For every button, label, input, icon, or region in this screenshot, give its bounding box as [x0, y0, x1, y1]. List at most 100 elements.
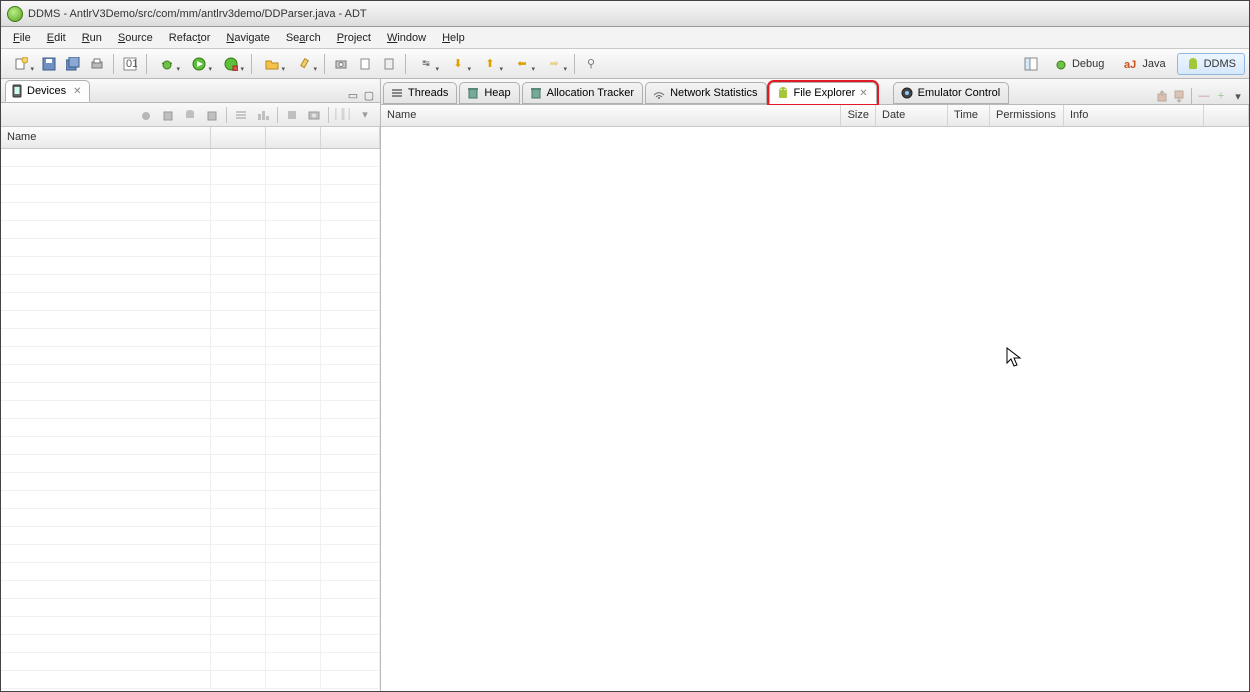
file-explorer-body[interactable] [381, 127, 1249, 691]
avd-manager-button[interactable]: 010 [119, 53, 141, 75]
save-all-button[interactable] [62, 53, 84, 75]
devices-table-header: Name [1, 127, 380, 149]
stop-process-button[interactable] [283, 106, 301, 124]
tab-label: File Explorer [794, 87, 856, 99]
perspective-ddms[interactable]: DDMS [1177, 53, 1245, 75]
menu-edit[interactable]: Edit [39, 29, 74, 47]
tab-network-statistics[interactable]: Network Statistics [645, 82, 766, 104]
open-type-button[interactable] [257, 53, 287, 75]
tab-threads[interactable]: Threads [383, 82, 457, 104]
start-profiling-button[interactable] [254, 106, 272, 124]
col-name[interactable]: Name [1, 127, 211, 148]
perspective-debug[interactable]: Debug [1045, 53, 1113, 75]
maximize-view-icon[interactable]: ▢ [362, 88, 376, 102]
open-perspective-button[interactable] [1020, 53, 1042, 75]
view-menu-button[interactable]: ▾ [1231, 89, 1245, 103]
col-time[interactable]: Time [948, 105, 990, 126]
delete-button[interactable]: — [1197, 89, 1211, 103]
devices-table-body[interactable] [1, 149, 380, 691]
forward-button[interactable]: ➡ [539, 53, 569, 75]
separator [226, 107, 227, 123]
main-toolbar: 010 ↹ ⬇ ⬆ ⬅ ➡ [1, 49, 1249, 79]
tab-file-explorer[interactable]: File Explorer ✕ [769, 82, 877, 104]
update-threads-button[interactable] [232, 106, 250, 124]
folder-icon [265, 57, 279, 71]
cylinder-icon [183, 108, 197, 122]
reset-adb-button[interactable]: │║│ [334, 106, 352, 124]
menu-file[interactable]: File [5, 29, 39, 47]
save-icon [42, 57, 56, 71]
dump-hprof-button[interactable] [181, 106, 199, 124]
systrace-button[interactable] [378, 53, 400, 75]
save-button[interactable] [38, 53, 60, 75]
prev-annotation-button[interactable]: ⬆ [475, 53, 505, 75]
search-button[interactable] [289, 53, 319, 75]
tab-allocation-tracker[interactable]: Allocation Tracker [522, 82, 643, 104]
col-date[interactable]: Date [876, 105, 948, 126]
col-info[interactable]: Info [1064, 105, 1204, 126]
android-icon [1186, 57, 1200, 71]
close-icon[interactable]: ✕ [859, 88, 867, 99]
next-annotation-button[interactable]: ⬇ [443, 53, 473, 75]
debug-process-button[interactable] [137, 106, 155, 124]
menu-navigate[interactable]: Navigate [218, 29, 277, 47]
menu-search[interactable]: Search [278, 29, 329, 47]
perspective-java[interactable]: aJ Java [1115, 53, 1174, 75]
minimize-view-icon[interactable]: ▭ [346, 88, 360, 102]
tab-heap[interactable]: Heap [459, 82, 519, 104]
pin-button[interactable]: ⚲ [580, 53, 602, 75]
menu-refactor[interactable]: Refactor [161, 29, 219, 47]
file-explorer-header: Name Size Date Time Permissions Info [381, 105, 1249, 127]
separator [113, 54, 114, 74]
svg-text:aJ: aJ [1124, 59, 1136, 71]
cause-gc-button[interactable] [203, 106, 221, 124]
tab-emulator-control[interactable]: Emulator Control [893, 82, 1010, 104]
phone-icon [11, 84, 23, 98]
app-icon [7, 6, 23, 22]
view-menu-button[interactable]: ▾ [356, 106, 374, 124]
debug-button[interactable] [152, 53, 182, 75]
menu-run[interactable]: Run [74, 29, 110, 47]
col-4[interactable] [321, 127, 380, 148]
play-icon [192, 57, 206, 71]
tab-label: Emulator Control [918, 87, 1001, 99]
run-button[interactable] [184, 53, 214, 75]
java-icon: aJ [1124, 57, 1138, 71]
print-button[interactable] [86, 53, 108, 75]
wifi-icon [652, 86, 666, 100]
threads-icon [234, 108, 248, 122]
dump-button[interactable] [354, 53, 376, 75]
run-ext-icon [224, 57, 238, 71]
binary-icon: 010 [123, 57, 137, 71]
new-icon [14, 57, 28, 71]
col-3[interactable] [266, 127, 321, 148]
push-file-button[interactable] [1155, 89, 1169, 103]
perspective-icon [1024, 57, 1038, 71]
separator [405, 54, 406, 74]
svg-text:010: 010 [126, 58, 137, 70]
toggle-breadcrumb-button[interactable]: ↹ [411, 53, 441, 75]
menu-source[interactable]: Source [110, 29, 161, 47]
mouse-cursor [1006, 347, 1024, 369]
menu-help[interactable]: Help [434, 29, 473, 47]
col-permissions[interactable]: Permissions [990, 105, 1064, 126]
col-name[interactable]: Name [381, 105, 841, 126]
col-2[interactable] [211, 127, 266, 148]
new-button[interactable] [6, 53, 36, 75]
col-size[interactable]: Size [841, 105, 876, 126]
capture-button[interactable] [330, 53, 352, 75]
col-extra[interactable] [1204, 105, 1249, 126]
right-panel: Threads Heap Allocation Tracker Network … [381, 79, 1249, 691]
menu-project[interactable]: Project [329, 29, 379, 47]
tab-devices[interactable]: Devices ✕ [5, 80, 90, 102]
back-arrow-icon: ⬅ [517, 57, 526, 70]
pull-file-button[interactable] [1172, 89, 1186, 103]
perspective-switcher: Debug aJ Java DDMS [1019, 53, 1245, 75]
new-folder-button[interactable]: + [1214, 89, 1228, 103]
update-heap-button[interactable] [159, 106, 177, 124]
back-button[interactable]: ⬅ [507, 53, 537, 75]
menu-window[interactable]: Window [379, 29, 434, 47]
close-icon[interactable]: ✕ [73, 86, 81, 97]
external-tools-button[interactable] [216, 53, 246, 75]
screen-capture-button[interactable] [305, 106, 323, 124]
